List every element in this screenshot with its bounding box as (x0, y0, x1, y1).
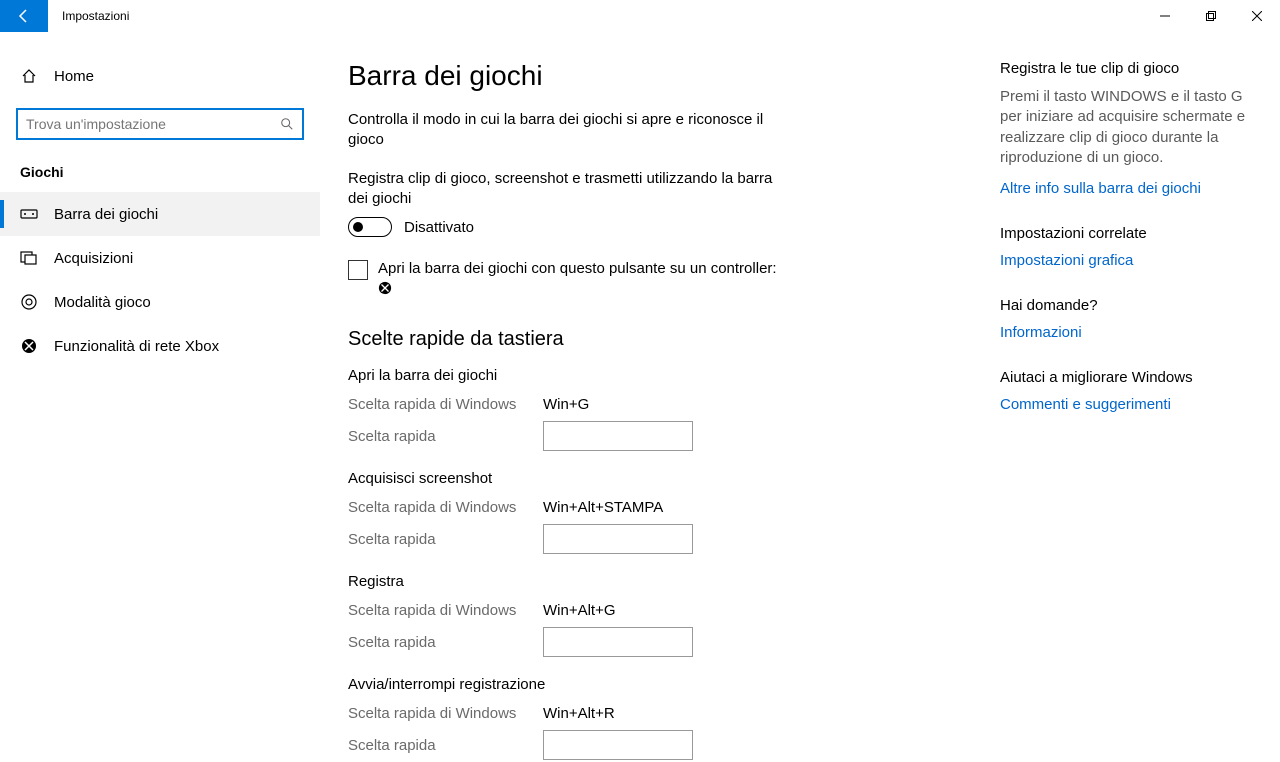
shortcut-title: Avvia/interrompi registrazione (348, 676, 988, 693)
sidebar: Home Giochi Barra dei giochi Acquisizion… (0, 32, 320, 762)
toggle-description: Registra clip di gioco, screenshot e tra… (348, 169, 778, 210)
windows-shortcut-label: Scelta rapida di Windows (348, 499, 543, 516)
link-graphics-settings[interactable]: Impostazioni grafica (1000, 252, 1260, 269)
search-icon (280, 117, 294, 131)
page-description: Controlla il modo in cui la barra dei gi… (348, 110, 768, 151)
user-shortcut-label: Scelta rapida (348, 737, 543, 754)
user-shortcut-label: Scelta rapida (348, 531, 543, 548)
aside-text: Premi il tasto WINDOWS e il tasto G per … (1000, 87, 1260, 168)
sidebar-item-label: Modalità gioco (54, 294, 151, 311)
search-field[interactable] (26, 116, 280, 132)
shortcut-group-open-gamebar: Apri la barra dei giochi Scelta rapida d… (348, 367, 988, 452)
windows-shortcut-label: Scelta rapida di Windows (348, 705, 543, 722)
shortcut-group-start-stop-record: Avvia/interrompi registrazione Scelta ra… (348, 676, 988, 761)
shortcut-value: Win+G (543, 396, 589, 413)
home-button[interactable]: Home (0, 56, 320, 96)
right-pane: Registra le tue clip di gioco Premi il t… (1000, 60, 1260, 762)
shortcuts-heading: Scelte rapide da tastiera (348, 328, 988, 351)
shortcut-value: Win+Alt+STAMPA (543, 499, 663, 516)
link-get-help[interactable]: Informazioni (1000, 324, 1260, 341)
sidebar-item-gamemode[interactable]: Modalità gioco (0, 280, 320, 324)
section-label: Giochi (0, 156, 320, 192)
sidebar-item-captures[interactable]: Acquisizioni (0, 236, 320, 280)
toggle-state-label: Disattivato (404, 219, 474, 236)
sidebar-item-gamebar[interactable]: Barra dei giochi (0, 192, 320, 236)
shortcut-value: Win+Alt+R (543, 705, 615, 722)
sidebar-item-xbox-network[interactable]: Funzionalità di rete Xbox (0, 324, 320, 368)
xbox-button-icon (378, 281, 392, 295)
shortcut-value: Win+Alt+G (543, 602, 616, 619)
sidebar-item-label: Funzionalità di rete Xbox (54, 338, 219, 355)
shortcut-group-screenshot: Acquisisci screenshot Scelta rapida di W… (348, 470, 988, 555)
main-content: Barra dei giochi Controlla il modo in cu… (348, 60, 988, 762)
windows-shortcut-label: Scelta rapida di Windows (348, 602, 543, 619)
checkbox-label: Apri la barra dei giochi con questo puls… (378, 260, 777, 277)
gamebar-icon (20, 207, 38, 221)
aside-heading: Hai domande? (1000, 297, 1260, 314)
gamemode-icon (20, 293, 38, 311)
controller-open-checkbox[interactable] (348, 260, 368, 280)
user-shortcut-label: Scelta rapida (348, 634, 543, 651)
shortcut-input-record[interactable] (543, 627, 693, 657)
sidebar-item-label: Barra dei giochi (54, 206, 158, 223)
shortcut-group-record: Registra Scelta rapida di Windows Win+Al… (348, 573, 988, 658)
shortcut-input-open-gamebar[interactable] (543, 421, 693, 451)
search-input[interactable] (16, 108, 304, 140)
aside-heading: Impostazioni correlate (1000, 225, 1260, 242)
capture-icon (20, 251, 38, 265)
minimize-button[interactable] (1142, 0, 1188, 32)
shortcut-title: Apri la barra dei giochi (348, 367, 988, 384)
aside-heading: Registra le tue clip di gioco (1000, 60, 1260, 77)
back-button[interactable] (0, 0, 48, 32)
shortcut-title: Acquisisci screenshot (348, 470, 988, 487)
shortcut-input-screenshot[interactable] (543, 524, 693, 554)
gamebar-toggle[interactable] (348, 217, 392, 237)
xbox-icon (20, 338, 38, 354)
aside-heading: Aiutaci a migliorare Windows (1000, 369, 1260, 386)
sidebar-item-label: Acquisizioni (54, 250, 133, 267)
shortcut-title: Registra (348, 573, 988, 590)
window-title: Impostazioni (48, 0, 143, 32)
page-title: Barra dei giochi (348, 60, 988, 92)
home-label: Home (54, 68, 94, 85)
home-icon (20, 68, 38, 84)
maximize-button[interactable] (1188, 0, 1234, 32)
shortcut-input-start-stop-record[interactable] (543, 730, 693, 760)
link-more-gamebar[interactable]: Altre info sulla barra dei giochi (1000, 180, 1260, 197)
title-bar: Impostazioni (0, 0, 1280, 32)
windows-shortcut-label: Scelta rapida di Windows (348, 396, 543, 413)
link-feedback[interactable]: Commenti e suggerimenti (1000, 396, 1260, 413)
user-shortcut-label: Scelta rapida (348, 428, 543, 445)
close-button[interactable] (1234, 0, 1280, 32)
